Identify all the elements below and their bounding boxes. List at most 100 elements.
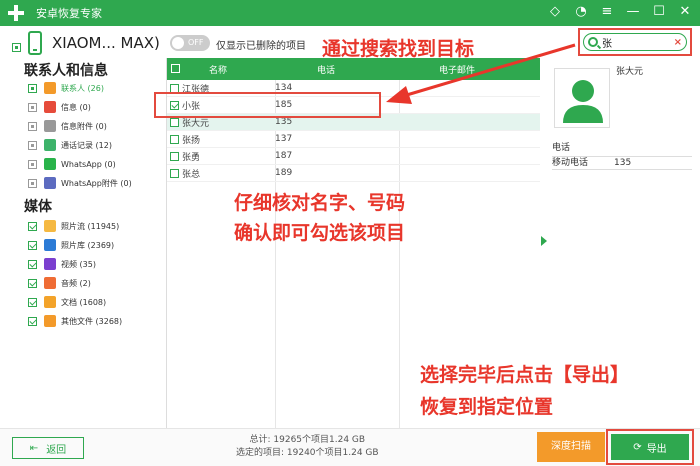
highlight-row-box [154, 92, 381, 118]
table-row[interactable]: 张扬 137 [167, 131, 540, 148]
document-icon [44, 296, 56, 308]
row-checkbox[interactable] [170, 168, 179, 178]
toggle-label: OFF [188, 38, 204, 47]
app-logo-icon [8, 5, 24, 21]
clear-search-icon[interactable]: × [674, 37, 682, 48]
sidebar-checkbox[interactable] [28, 83, 37, 93]
sidebar-item-other-files[interactable]: 其他文件 (3268) [28, 312, 122, 330]
whatsapp-attachment-icon [44, 177, 56, 189]
audio-icon [44, 277, 56, 289]
sidebar-item-document[interactable]: 文档 (1608) [28, 293, 106, 311]
sidebar-item-attachment[interactable]: 信息附件 (0) [28, 117, 107, 135]
deleted-only-label: 仅显示已删除的项目 [216, 41, 306, 52]
cell-name: 张扬 [182, 135, 201, 146]
annotation-verify-2: 确认即可勾选该项目 [234, 222, 406, 244]
sidebar-checkbox[interactable] [28, 178, 37, 188]
export-button[interactable]: ⟳ 导出 [611, 434, 689, 460]
deep-scan-button[interactable]: 深度扫描 [537, 432, 605, 462]
back-button[interactable]: ⇤ 返回 [12, 437, 84, 459]
sidebar-checkbox[interactable] [28, 159, 37, 169]
detail-phone-row: 移动电话 135 [552, 156, 692, 170]
footer: ⇤ 返回 总计: 19265个项目1.24 GB 选定的项目: 19240个项目… [0, 428, 700, 466]
sidebar-item-label: 照片库 (2369) [61, 240, 115, 250]
maximize-icon[interactable]: ☐ [650, 3, 668, 21]
sidebar-item-label: WhatsApp (0) [61, 159, 116, 169]
device-name: XIAOM... MAX) [52, 34, 160, 52]
deleted-only-toggle[interactable]: OFF [170, 35, 210, 51]
row-checkbox[interactable] [170, 117, 179, 127]
table-row[interactable]: 张勇 187 [167, 148, 540, 165]
search-highlight-box: 张 × [578, 28, 692, 56]
sidebar-checkbox[interactable] [28, 297, 37, 307]
contacts-icon [44, 82, 56, 94]
message-icon [44, 101, 56, 113]
export-label: 导出 [646, 443, 667, 455]
close-icon[interactable]: ✕ [676, 3, 694, 21]
annotation-export-1: 选择完毕后点击【导出】 [420, 364, 630, 386]
sidebar-item-label: 其他文件 (3268) [61, 316, 123, 326]
sidebar-item-video[interactable]: 视频 (35) [28, 255, 96, 273]
sidebar-item-contacts[interactable]: 联系人 (26) [28, 79, 104, 97]
cell-phone: 137 [275, 134, 293, 144]
media-heading: 媒体 [24, 199, 52, 215]
minimize-icon[interactable]: — [624, 3, 642, 21]
selected-stats: 选定的项目: 19240个项目1.24 GB [236, 448, 379, 458]
sidebar-checkbox[interactable] [28, 240, 37, 250]
table-row[interactable]: 张总 189 [167, 165, 540, 182]
annotation-search-hint: 通过搜索找到目标 [322, 38, 475, 60]
contacts-heading: 联系人和信息 [24, 63, 108, 79]
cell-name: 张勇 [182, 152, 201, 163]
sidebar-checkbox[interactable] [28, 221, 37, 231]
total-stats: 总计: 19265个项目1.24 GB [249, 435, 366, 445]
row-checkbox[interactable] [170, 134, 179, 144]
sidebar-item-gallery[interactable]: 照片库 (2369) [28, 236, 114, 254]
video-icon [44, 258, 56, 270]
attachment-icon [44, 120, 56, 132]
back-label: 返回 [46, 444, 67, 456]
sidebar-item-phone[interactable]: 通话记录 (12) [28, 136, 112, 154]
menu-icon[interactable]: ≡ [598, 3, 616, 21]
cell-phone: 187 [275, 151, 293, 161]
sidebar-item-photostream[interactable]: 照片流 (11945) [28, 217, 119, 235]
search-icon [588, 37, 598, 47]
row-checkbox[interactable] [170, 151, 179, 161]
search-input[interactable]: 张 [602, 35, 674, 50]
sidebar-item-label: WhatsApp附件 (0) [61, 178, 132, 188]
phone-icon [28, 31, 42, 55]
whatsapp-icon [44, 158, 56, 170]
gallery-icon [44, 239, 56, 251]
device-checkbox[interactable] [12, 43, 21, 52]
sidebar-checkbox[interactable] [28, 102, 37, 112]
annotation-verify-1: 仔细核对名字、号码 [234, 192, 406, 214]
sidebar-checkbox[interactable] [28, 140, 37, 150]
sidebar-checkbox[interactable] [28, 278, 37, 288]
column-name[interactable]: 名称 [209, 63, 227, 76]
export-highlight-box: ⟳ 导出 [606, 429, 694, 465]
expand-arrow-icon[interactable] [541, 236, 547, 246]
select-all-checkbox[interactable] [171, 64, 180, 73]
detail-name: 张大元 [616, 67, 644, 77]
sidebar-item-whatsapp[interactable]: WhatsApp (0) [28, 155, 116, 173]
phone-icon [44, 139, 56, 151]
sidebar-item-label: 视频 (35) [61, 259, 96, 269]
chat-icon[interactable]: ◔ [572, 3, 590, 21]
sidebar-item-label: 信息附件 (0) [61, 121, 107, 131]
cell-phone: 189 [275, 168, 293, 178]
app-title: 安卓恢复专家 [36, 7, 102, 20]
sidebar-checkbox[interactable] [28, 121, 37, 131]
sidebar-checkbox[interactable] [28, 259, 37, 269]
sidebar-item-message[interactable]: 信息 (0) [28, 98, 91, 116]
sidebar-checkbox[interactable] [28, 316, 37, 326]
annotation-export-2: 恢复到指定位置 [420, 396, 554, 418]
sidebar-item-label: 通话记录 (12) [61, 140, 112, 150]
photostream-icon [44, 220, 56, 232]
column-phone[interactable]: 电话 [317, 63, 335, 76]
cell-name: 张总 [182, 169, 201, 180]
back-arrow-icon: ⇤ [29, 442, 39, 454]
search-box[interactable]: 张 × [583, 33, 687, 51]
detail-section-phone: 电话 [552, 143, 571, 153]
diamond-icon[interactable]: ◇ [546, 3, 564, 21]
sidebar-item-label: 联系人 (26) [61, 83, 104, 93]
sidebar-item-whatsapp-attachment[interactable]: WhatsApp附件 (0) [28, 174, 132, 192]
sidebar-item-audio[interactable]: 音频 (2) [28, 274, 91, 292]
